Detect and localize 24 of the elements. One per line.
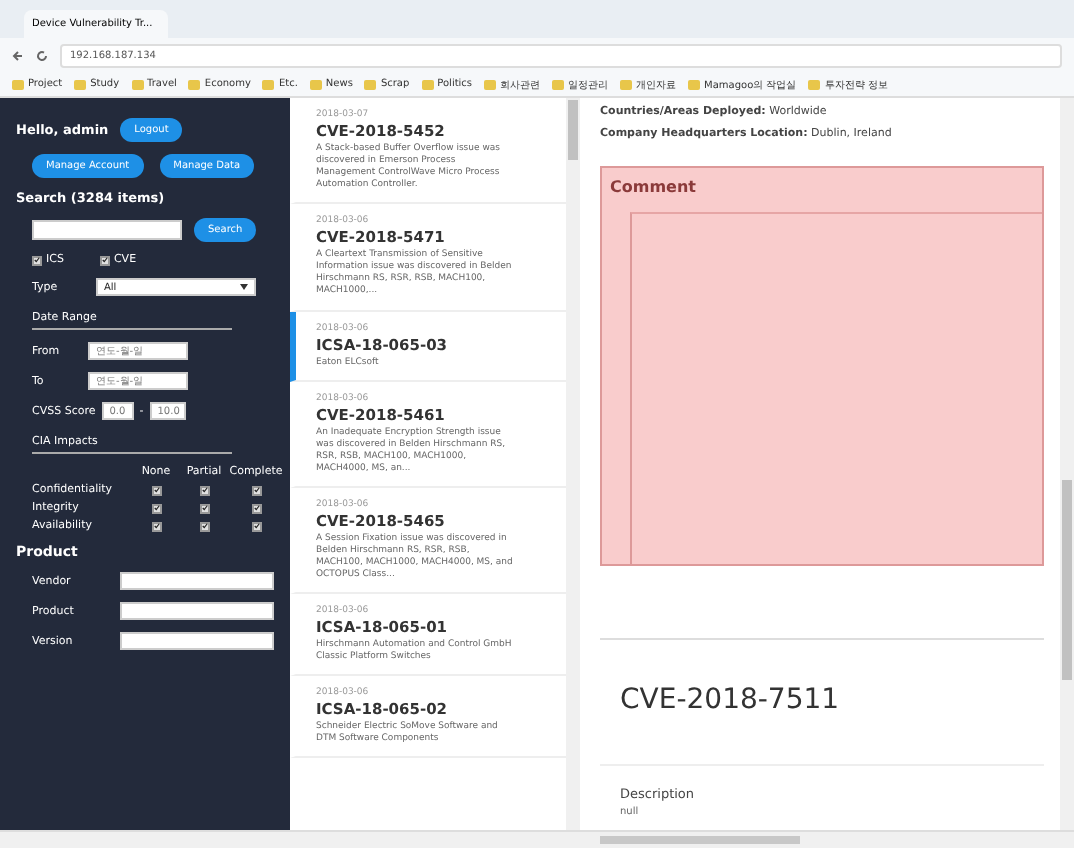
checkbox[interactable] bbox=[251, 503, 261, 513]
checkbox[interactable] bbox=[151, 521, 161, 531]
checkbox[interactable] bbox=[199, 485, 209, 495]
reload-icon[interactable] bbox=[36, 49, 48, 61]
product-field[interactable] bbox=[120, 632, 274, 650]
scrollbar[interactable] bbox=[566, 98, 580, 830]
checkbox[interactable] bbox=[199, 503, 209, 513]
checkbox[interactable] bbox=[199, 521, 209, 531]
checkbox[interactable] bbox=[251, 485, 261, 495]
scrollbar[interactable] bbox=[0, 830, 1074, 848]
caret-icon bbox=[240, 284, 248, 290]
search-field[interactable] bbox=[32, 220, 182, 240]
vulnerability-title: CVE-2018-7511 bbox=[600, 640, 1044, 766]
checkbox[interactable] bbox=[151, 485, 161, 495]
back-icon[interactable] bbox=[12, 49, 24, 61]
comment-title: Comment bbox=[610, 178, 698, 196]
comment-field[interactable] bbox=[630, 212, 1042, 564]
checkbox[interactable] bbox=[251, 521, 261, 531]
checkbox[interactable] bbox=[151, 503, 161, 513]
checkbox[interactable] bbox=[32, 255, 42, 265]
scrollbar[interactable] bbox=[1060, 98, 1074, 830]
product-field[interactable] bbox=[120, 572, 274, 590]
product-field[interactable] bbox=[120, 602, 274, 620]
checkbox[interactable] bbox=[99, 255, 110, 265]
